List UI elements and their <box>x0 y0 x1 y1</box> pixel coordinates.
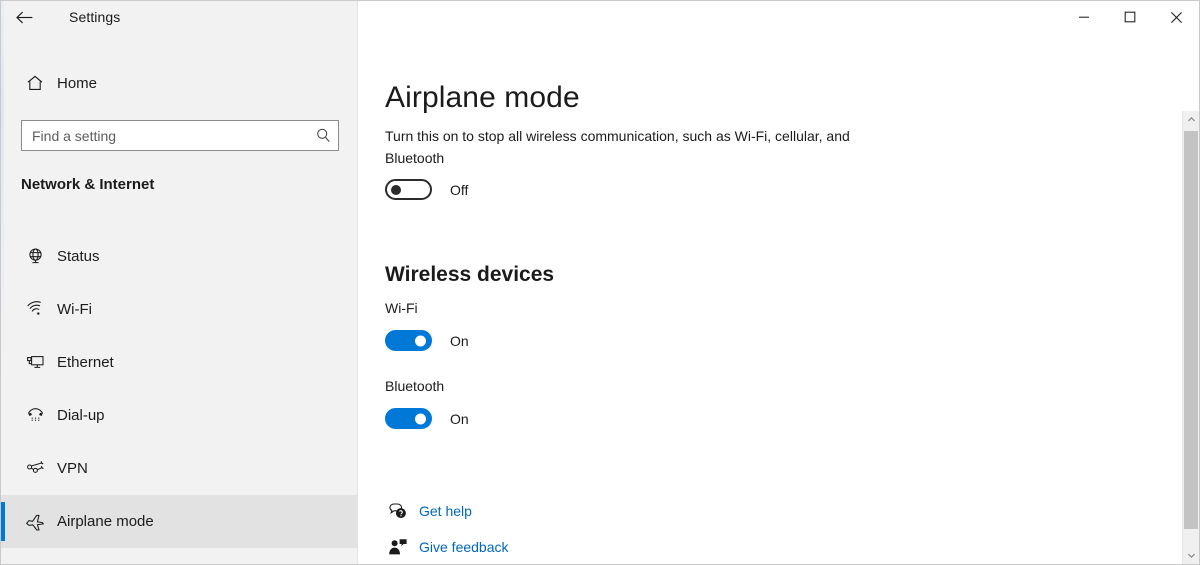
help-bubble-icon <box>385 502 411 520</box>
sidebar-item-home[interactable]: Home <box>1 63 357 103</box>
sidebar-nav-list: Status Wi-Fi Ethernet Dial-up VPN Airpla… <box>1 230 357 564</box>
sidebar-item-airplane-mode-label: Airplane mode <box>57 513 154 530</box>
title-bar: Settings <box>1 1 1199 33</box>
sidebar-item-dialup-label: Dial-up <box>57 407 105 424</box>
airplane-icon <box>13 511 57 533</box>
sidebar-item-home-label: Home <box>57 74 98 92</box>
sidebar-item-airplane-mode[interactable]: Airplane mode <box>1 495 357 548</box>
sidebar-item-vpn[interactable]: VPN <box>1 442 357 495</box>
bluetooth-toggle-state: On <box>450 410 469 427</box>
maximize-button[interactable] <box>1107 1 1153 33</box>
scroll-up-icon[interactable] <box>1183 111 1199 128</box>
window-title: Settings <box>69 9 121 25</box>
sidebar-item-wifi[interactable]: Wi-Fi <box>1 283 357 336</box>
selection-indicator <box>1 502 5 541</box>
search-box[interactable] <box>21 120 339 151</box>
dialup-icon <box>13 405 57 426</box>
sidebar-item-status[interactable]: Status <box>1 230 357 283</box>
toggle-knob <box>415 413 426 424</box>
page-description: Turn this on to stop all wireless commun… <box>385 128 850 166</box>
sidebar-item-status-label: Status <box>57 248 100 265</box>
back-arrow-icon <box>15 10 34 25</box>
back-button[interactable] <box>1 1 47 33</box>
sidebar-item-wifi-label: Wi-Fi <box>57 301 92 318</box>
search-icon[interactable] <box>308 127 338 144</box>
sidebar-item-vpn-label: VPN <box>57 460 88 477</box>
toggle-knob <box>391 184 401 195</box>
scrollbar-thumb[interactable] <box>1184 131 1198 529</box>
minimize-icon <box>1078 11 1090 23</box>
wireless-devices-heading: Wireless devices <box>385 263 555 287</box>
close-button[interactable] <box>1153 1 1199 33</box>
sidebar-item-ethernet-label: Ethernet <box>57 354 114 371</box>
bluetooth-toggle-row: On <box>385 408 469 429</box>
get-help-label[interactable]: Get help <box>419 503 472 519</box>
bluetooth-device-label: Bluetooth <box>385 378 445 394</box>
airplane-mode-toggle[interactable] <box>385 179 432 200</box>
wifi-toggle-state: On <box>450 332 469 349</box>
home-icon <box>13 73 57 93</box>
give-feedback-link[interactable]: Give feedback <box>385 529 509 564</box>
scroll-down-icon[interactable] <box>1183 547 1199 564</box>
settings-window: Home Network & Internet <box>0 0 1200 565</box>
airplane-mode-toggle-row: Off <box>385 179 468 200</box>
wifi-icon <box>13 299 57 320</box>
search-input[interactable] <box>22 121 308 150</box>
sidebar-item-ethernet[interactable]: Ethernet <box>1 336 357 389</box>
feedback-person-icon <box>385 538 411 556</box>
vpn-icon <box>13 458 57 479</box>
sidebar-item-mobile-hotspot[interactable] <box>1 548 357 564</box>
globe-icon <box>13 246 57 267</box>
maximize-icon <box>1124 11 1136 23</box>
page-title: Airplane mode <box>385 81 580 115</box>
get-help-link[interactable]: Get help <box>385 493 509 529</box>
bluetooth-toggle[interactable] <box>385 408 432 429</box>
sidebar-item-dialup[interactable]: Dial-up <box>1 389 357 442</box>
wifi-toggle-row: On <box>385 330 469 351</box>
minimize-button[interactable] <box>1061 1 1107 33</box>
main-content: Airplane mode Turn this on to stop all w… <box>359 1 1199 564</box>
wifi-device-label: Wi-Fi <box>385 300 418 316</box>
give-feedback-label[interactable]: Give feedback <box>419 539 509 555</box>
content-scrollbar[interactable] <box>1182 111 1199 564</box>
toggle-knob <box>415 335 426 346</box>
airplane-mode-toggle-state: Off <box>450 181 469 198</box>
wifi-toggle[interactable] <box>385 330 432 351</box>
sidebar: Home Network & Internet <box>1 1 358 564</box>
close-icon <box>1170 11 1183 24</box>
window-controls <box>1061 1 1199 33</box>
ethernet-icon <box>13 352 57 373</box>
footer-links: Get help Give feedback <box>385 493 509 564</box>
sidebar-category-title: Network & Internet <box>21 176 155 193</box>
